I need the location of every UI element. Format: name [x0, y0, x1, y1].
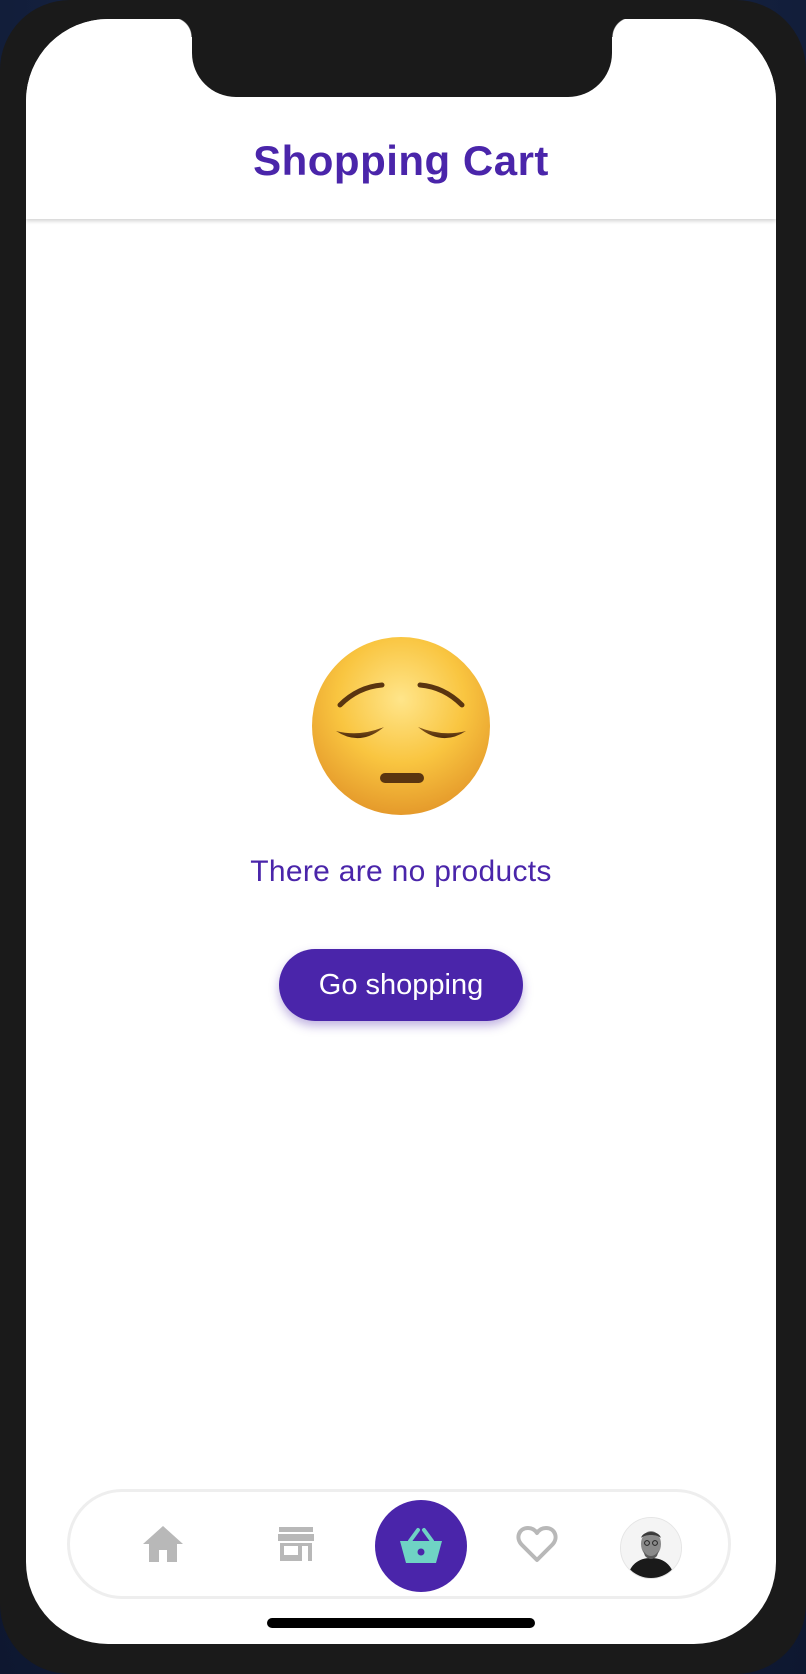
- pensive-face-icon: [312, 637, 490, 815]
- go-shopping-button[interactable]: Go shopping: [279, 949, 523, 1021]
- nav-home[interactable]: [133, 1514, 193, 1574]
- bottom-navigation: [67, 1489, 731, 1599]
- store-icon: [278, 1527, 314, 1561]
- heart-icon: [516, 1526, 558, 1562]
- nav-favorites[interactable]: [507, 1514, 567, 1574]
- empty-cart-message: There are no products: [250, 855, 552, 888]
- home-icon: [143, 1526, 183, 1562]
- avatar: [621, 1518, 681, 1578]
- nav-cart[interactable]: [375, 1500, 467, 1592]
- home-indicator: [267, 1618, 535, 1628]
- device-notch: [172, 19, 632, 97]
- page-title: Shopping Cart: [253, 137, 549, 184]
- basket-icon: [400, 1528, 442, 1563]
- profile-avatar[interactable]: [620, 1517, 682, 1579]
- nav-store[interactable]: [266, 1514, 326, 1574]
- app-screen: Shopping Cart There are no products Go s…: [26, 19, 776, 1644]
- phone-frame: Shopping Cart There are no products Go s…: [0, 0, 806, 1674]
